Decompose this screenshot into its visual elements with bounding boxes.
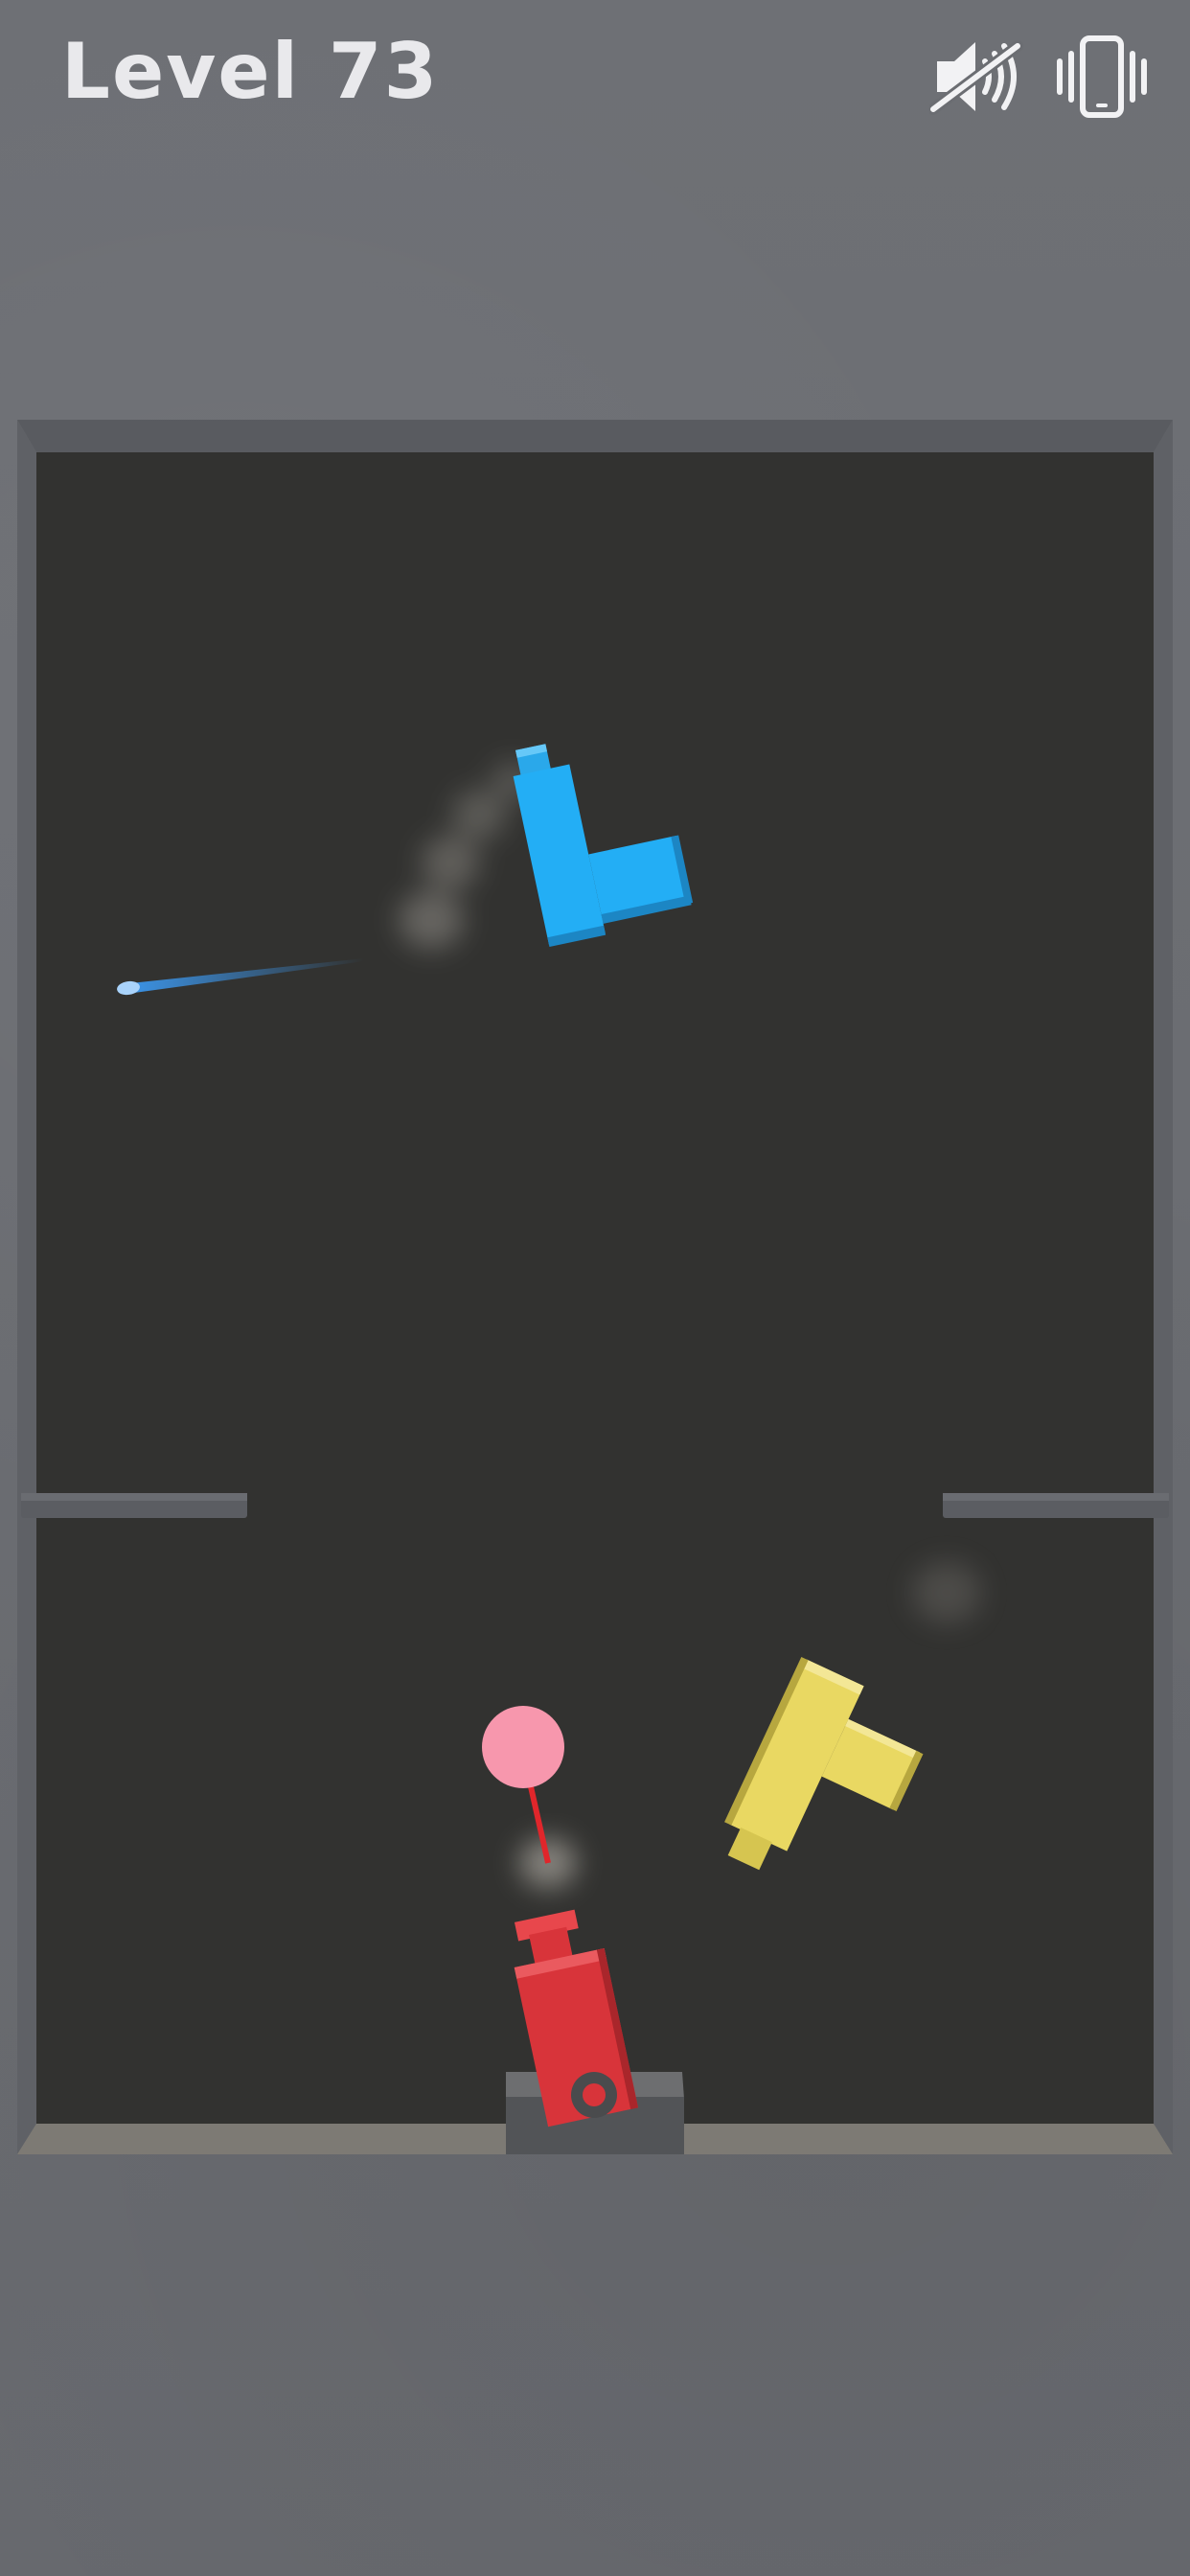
right-ledge <box>943 1493 1169 1518</box>
smoke-puff <box>912 1562 981 1623</box>
game-scene[interactable] <box>0 0 1190 2576</box>
cannon-hub <box>583 2083 606 2106</box>
play-area <box>36 452 1154 2124</box>
left-ledge <box>21 1493 247 1518</box>
target-ball[interactable] <box>482 1706 564 1788</box>
